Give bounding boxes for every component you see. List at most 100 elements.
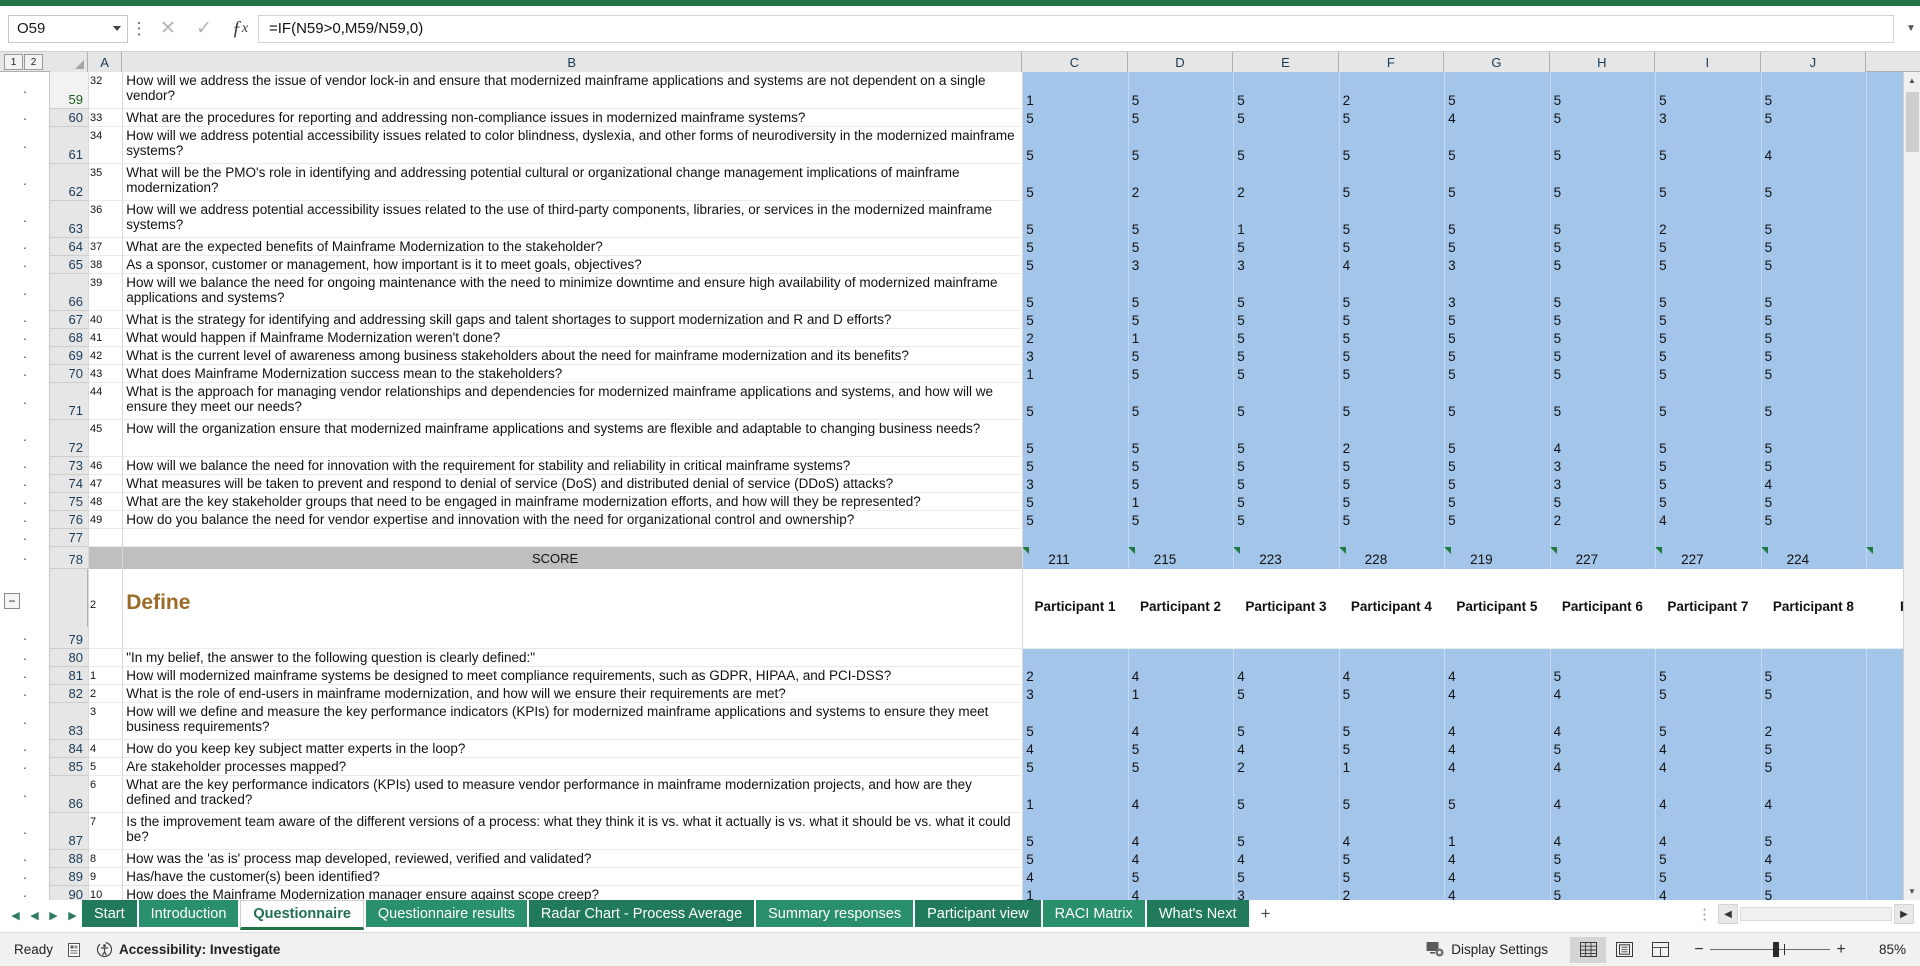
- cell-G87[interactable]: 1: [1444, 833, 1549, 849]
- cell-J64[interactable]: 5: [1761, 239, 1866, 255]
- cell-G65[interactable]: 3: [1444, 257, 1549, 273]
- cell-A90[interactable]: 10: [88, 887, 122, 900]
- cell-F62[interactable]: 5: [1339, 184, 1444, 200]
- outline-marker-89[interactable]: ·: [0, 869, 50, 885]
- accessibility-status[interactable]: Accessibility: Investigate: [96, 941, 280, 958]
- cell-C82[interactable]: 3: [1022, 686, 1127, 702]
- cell-F83[interactable]: 5: [1339, 723, 1444, 739]
- cell-A66[interactable]: 39: [88, 275, 122, 310]
- cell-C62[interactable]: 5: [1022, 184, 1127, 200]
- cancel-icon[interactable]: ✕: [150, 14, 186, 44]
- cell-E62[interactable]: 2: [1233, 184, 1338, 200]
- cell-F81[interactable]: 4: [1339, 668, 1444, 684]
- cell-F60[interactable]: 5: [1339, 110, 1444, 126]
- cell-I64[interactable]: 5: [1655, 239, 1760, 255]
- row-header-86[interactable]: 86: [50, 776, 88, 813]
- cell-I61[interactable]: 5: [1655, 147, 1760, 163]
- cell-D69[interactable]: 5: [1128, 348, 1233, 364]
- cell-I62[interactable]: 5: [1655, 184, 1760, 200]
- cell-B63[interactable]: How will we address potential accessibil…: [122, 201, 1016, 238]
- zoom-slider[interactable]: − +: [1688, 941, 1852, 959]
- cell-F66[interactable]: 5: [1339, 294, 1444, 310]
- cell-B83[interactable]: How will we define and measure the key p…: [122, 703, 1016, 740]
- vertical-scroll-thumb[interactable]: [1906, 92, 1919, 152]
- outline-marker-66[interactable]: ·: [0, 285, 50, 301]
- zoom-thumb[interactable]: [1773, 942, 1779, 957]
- cell-E64[interactable]: 5: [1233, 239, 1338, 255]
- next-sheet-icon[interactable]: ▶: [44, 903, 63, 927]
- cell-G76[interactable]: 5: [1444, 512, 1549, 528]
- last-sheet-icon[interactable]: ▶: [63, 903, 82, 927]
- row-header-84[interactable]: 84: [50, 740, 88, 758]
- outline-marker-90[interactable]: ·: [0, 887, 50, 900]
- cell-J81[interactable]: 5: [1761, 668, 1866, 684]
- cell-A81[interactable]: 1: [88, 668, 122, 684]
- cell-A61[interactable]: 34: [88, 128, 122, 163]
- cell-G60[interactable]: 4: [1444, 110, 1549, 126]
- outline-marker-74[interactable]: ·: [0, 476, 50, 492]
- normal-view-button[interactable]: [1570, 936, 1606, 963]
- outline-level-buttons[interactable]: 1 2: [2, 52, 46, 72]
- cell-E68[interactable]: 5: [1233, 330, 1338, 346]
- cell-E84[interactable]: 4: [1233, 741, 1338, 757]
- cell-J68[interactable]: 5: [1761, 330, 1866, 346]
- cell-I81[interactable]: 5: [1655, 668, 1760, 684]
- cell-D86[interactable]: 4: [1128, 796, 1233, 812]
- section-number[interactable]: 2: [88, 597, 122, 613]
- cell-D87[interactable]: 4: [1128, 833, 1233, 849]
- cell-A87[interactable]: 7: [88, 814, 122, 849]
- cell-A73[interactable]: 46: [88, 458, 122, 474]
- outline-level-2-button[interactable]: 2: [24, 54, 43, 70]
- cell-C69[interactable]: 3: [1022, 348, 1127, 364]
- cell-I71[interactable]: 5: [1655, 403, 1760, 419]
- cell-A85[interactable]: 5: [88, 759, 122, 775]
- cell-G85[interactable]: 4: [1444, 759, 1549, 775]
- sheet-tab-radar-chart-process-average[interactable]: Radar Chart - Process Average: [528, 900, 755, 927]
- cell-H75[interactable]: 5: [1550, 494, 1655, 510]
- cell-F70[interactable]: 5: [1339, 366, 1444, 382]
- formula-bar-options-icon[interactable]: ⋮: [128, 20, 150, 37]
- cell-D62[interactable]: 2: [1128, 184, 1233, 200]
- cell-I72[interactable]: 5: [1655, 440, 1760, 456]
- cell-C75[interactable]: 5: [1022, 494, 1127, 510]
- cell-A74[interactable]: 47: [88, 476, 122, 492]
- cell-I70[interactable]: 5: [1655, 366, 1760, 382]
- column-header-A[interactable]: A: [88, 52, 123, 72]
- cell-F64[interactable]: 5: [1339, 239, 1444, 255]
- outline-marker-85[interactable]: ·: [0, 759, 50, 775]
- cell-D84[interactable]: 5: [1128, 741, 1233, 757]
- cell-G89[interactable]: 4: [1444, 869, 1549, 885]
- cell-B75[interactable]: What are the key stakeholder groups that…: [122, 493, 1016, 511]
- cell-D61[interactable]: 5: [1128, 147, 1233, 163]
- cell-G73[interactable]: 5: [1444, 458, 1549, 474]
- cell-J59[interactable]: 5: [1761, 92, 1866, 108]
- cell-D68[interactable]: 1: [1128, 330, 1233, 346]
- cell-B69[interactable]: What is the current level of awareness a…: [122, 347, 1016, 365]
- cell-B80[interactable]: "In my belief, the answer to the followi…: [122, 649, 1016, 667]
- cell-D72[interactable]: 5: [1128, 440, 1233, 456]
- column-header-C[interactable]: C: [1022, 52, 1128, 72]
- insert-function-icon[interactable]: ƒx: [222, 14, 258, 44]
- tab-split-handle[interactable]: ⋮: [1691, 905, 1718, 923]
- cell-A67[interactable]: 40: [88, 312, 122, 328]
- cell-D82[interactable]: 1: [1128, 686, 1233, 702]
- cell-F68[interactable]: 5: [1339, 330, 1444, 346]
- cell-J87[interactable]: 5: [1761, 833, 1866, 849]
- page-break-view-button[interactable]: [1642, 937, 1678, 963]
- cell-H61[interactable]: 5: [1550, 147, 1655, 163]
- row-header-61[interactable]: 61: [50, 127, 88, 164]
- cell-D60[interactable]: 5: [1128, 110, 1233, 126]
- cell-C68[interactable]: 2: [1022, 330, 1127, 346]
- cell-A65[interactable]: 38: [88, 257, 122, 273]
- cell-G84[interactable]: 4: [1444, 741, 1549, 757]
- cell-J60[interactable]: 5: [1761, 110, 1866, 126]
- row-header-81[interactable]: 81: [50, 667, 88, 685]
- row-header-63[interactable]: 63: [50, 201, 88, 238]
- cell-C83[interactable]: 5: [1022, 723, 1127, 739]
- row-header-83[interactable]: 83: [50, 703, 88, 740]
- cell-G75[interactable]: 5: [1444, 494, 1549, 510]
- cell-G66[interactable]: 3: [1444, 294, 1549, 310]
- check-icon[interactable]: ✓: [186, 14, 222, 44]
- cell-H81[interactable]: 5: [1550, 668, 1655, 684]
- cell-H86[interactable]: 4: [1550, 796, 1655, 812]
